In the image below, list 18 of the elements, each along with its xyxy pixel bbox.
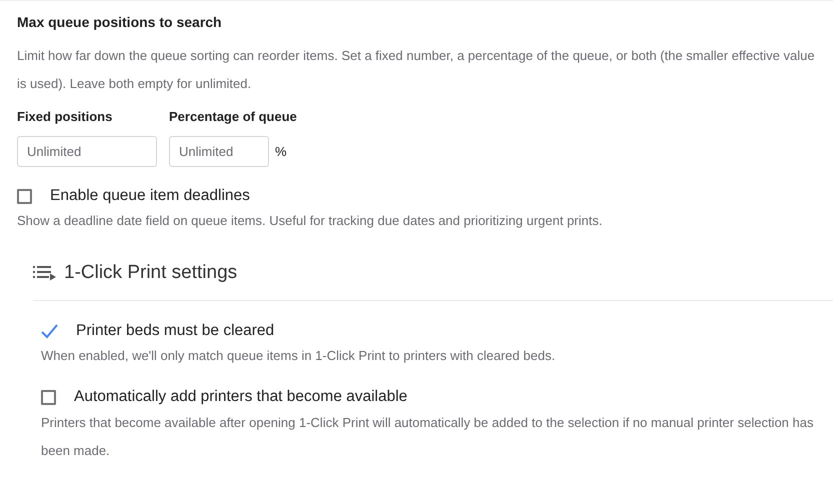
input-field[interactable]: Unlimited: [17, 136, 157, 167]
checkbox-label: Enable queue item deadlines: [50, 186, 250, 206]
help-text: Printers that become available after opening 1-Click Print will automatically be added to the selection if no manual printer selection has been made.: [41, 414, 814, 460]
section-heading: 1-Click Print settings: [64, 262, 238, 284]
checkmark-icon[interactable]: [41, 324, 58, 338]
help-text: Show a deadline date field on queue items. Useful for tracking due dates and prioritizing urgent prints.: [17, 212, 604, 230]
description-text: Limit how far down the queue sorting can reorder items. Set a fixed number, a percentage of the queue, or both (the smaller effective value is used). Leave both empty for unlimited.: [17, 47, 816, 93]
checkbox-label: Automatically add printers that become available: [74, 387, 408, 407]
list-icon: [33, 265, 57, 281]
unit-label: %: [275, 144, 287, 159]
help-text: When enabled, we'll only match queue items in 1-Click Print to printers with cleared beds.: [41, 347, 556, 365]
checkbox[interactable]: [17, 188, 32, 204]
section-title: Max queue positions to search: [17, 13, 223, 31]
checkbox[interactable]: [41, 390, 56, 404]
field-label: Fixed positions: [17, 108, 114, 126]
checkbox-label: Printer beds must be cleared: [76, 321, 274, 341]
input-field[interactable]: Unlimited: [169, 136, 269, 167]
field-label: Percentage of queue: [169, 108, 297, 126]
